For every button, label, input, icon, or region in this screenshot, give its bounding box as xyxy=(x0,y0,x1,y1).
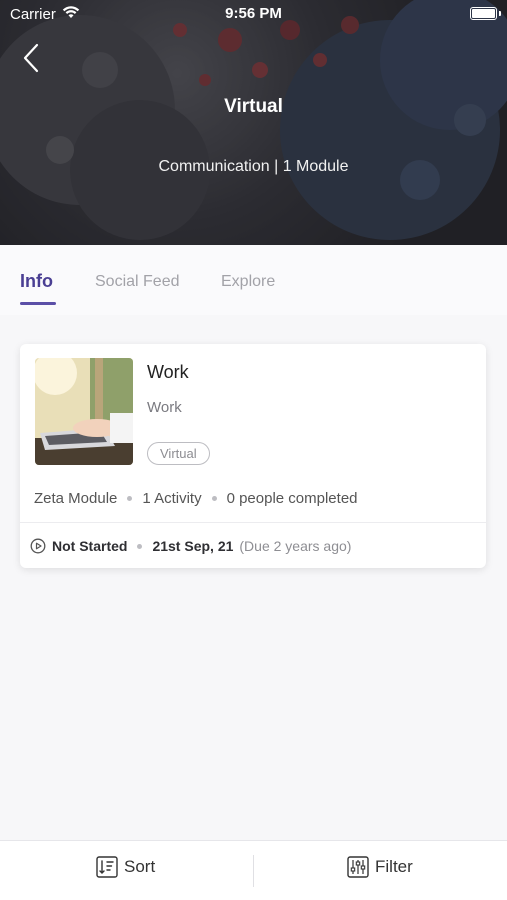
status-time: 9:56 PM xyxy=(225,5,282,22)
separator-dot xyxy=(127,496,133,501)
bottom-bar-divider xyxy=(253,855,254,887)
tab-info[interactable]: Info xyxy=(20,271,53,292)
header-overlay xyxy=(0,0,507,245)
bottom-action-bar: Sort Filter xyxy=(0,840,507,900)
header-banner: Carrier 9:56 PM Virtual Communication | … xyxy=(0,0,507,245)
battery-icon xyxy=(470,7,497,20)
status-bar: Carrier 9:56 PM xyxy=(0,0,507,28)
sort-icon xyxy=(96,856,118,878)
back-button[interactable] xyxy=(18,40,48,76)
separator-dot xyxy=(137,543,143,549)
status-label: Not Started xyxy=(52,538,128,554)
module-status: Not Started 21st Sep, 21 (Due 2 years ag… xyxy=(30,538,351,554)
completed-count: 0 people completed xyxy=(226,490,358,507)
sort-button[interactable]: Sort xyxy=(96,856,155,878)
battery-nub xyxy=(499,11,501,16)
module-subtitle: Work xyxy=(147,399,182,416)
module-meta: Zeta Module 1 Activity 0 people complete… xyxy=(34,490,358,507)
filter-button[interactable]: Filter xyxy=(347,856,413,878)
page-title: Virtual xyxy=(224,96,283,117)
module-title: Work xyxy=(147,362,189,382)
module-type-badge: Virtual xyxy=(147,442,210,465)
active-tab-indicator xyxy=(20,302,56,305)
page-subtitle: Communication | 1 Module xyxy=(158,158,349,175)
card-divider xyxy=(20,522,486,523)
filter-sliders-icon xyxy=(347,856,369,878)
sort-label: Sort xyxy=(124,857,156,876)
due-date: 21st Sep, 21 xyxy=(152,538,234,554)
tab-explore[interactable]: Explore xyxy=(221,273,275,291)
play-circle-icon xyxy=(30,538,46,554)
module-card[interactable]: Work Work Virtual Zeta Module 1 Activity… xyxy=(20,344,486,568)
separator-dot xyxy=(211,496,217,501)
module-name: Zeta Module xyxy=(34,490,118,507)
due-relative: (Due 2 years ago) xyxy=(239,538,352,554)
module-thumbnail xyxy=(35,358,133,465)
activity-count: 1 Activity xyxy=(142,490,202,507)
tab-social-feed[interactable]: Social Feed xyxy=(95,273,180,291)
chevron-left-icon xyxy=(23,43,39,73)
filter-label: Filter xyxy=(375,857,413,876)
tab-bar: Info Social Feed Explore xyxy=(0,245,507,315)
